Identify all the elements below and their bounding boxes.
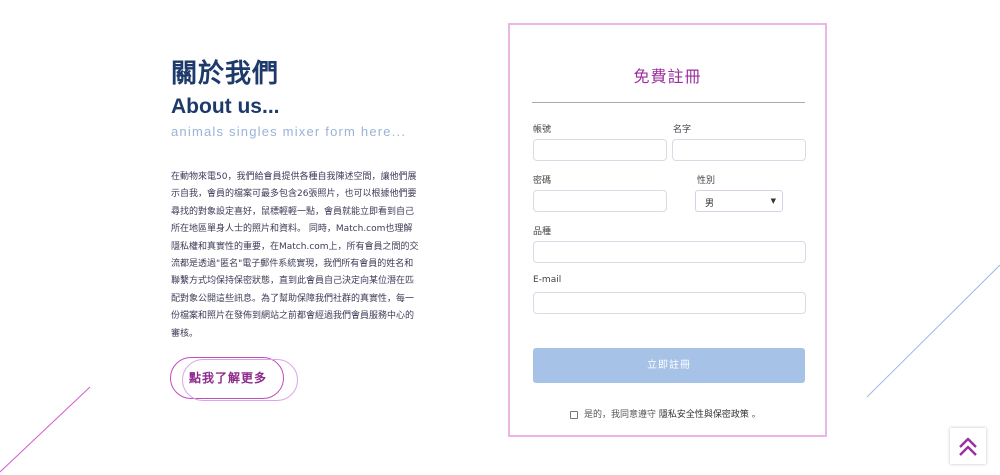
email-label: E-mail	[533, 275, 562, 285]
about-title-zh: 關於我們	[171, 59, 280, 89]
about-subtitle: animals singles mixer form here...	[171, 124, 407, 139]
account-label: 帳號	[533, 125, 552, 135]
back-to-top-button[interactable]	[950, 428, 986, 464]
gender-select-value: 男	[705, 199, 715, 209]
learn-more-label[interactable]: 點我了解更多	[170, 357, 286, 399]
password-input[interactable]	[533, 190, 667, 212]
agree-row: 是的，我同意遵守 隱私安全性與保密政策 。	[570, 407, 761, 420]
agree-suffix: 。	[751, 410, 761, 420]
register-submit-button[interactable]: 立即註冊	[533, 348, 805, 383]
agree-checkbox[interactable]	[570, 410, 578, 419]
gender-label: 性別	[697, 176, 716, 186]
account-input[interactable]	[533, 139, 667, 161]
about-section: 關於我們 About us... animals singles mixer f…	[171, 58, 421, 343]
password-label: 密碼	[533, 176, 552, 186]
left-diagonal-line	[0, 386, 91, 473]
privacy-policy-link[interactable]: 隱私安全性與保密政策	[659, 410, 749, 420]
about-title-en: About us...	[171, 95, 280, 118]
email-input[interactable]	[533, 292, 806, 314]
register-title-divider	[532, 102, 805, 103]
decorative-lines	[0, 264, 1000, 473]
name-input[interactable]	[672, 139, 806, 161]
right-diagonal-line	[866, 264, 1000, 398]
breed-label: 品種	[533, 227, 552, 237]
agree-prefix: 是的，我同意遵守	[584, 410, 657, 420]
dropdown-arrow-icon: ▼	[770, 197, 776, 205]
about-body-text: 在動物來電50，我們給會員提供各種自我陳述空間，讓他們展示自我，會員的檔案可最多…	[171, 172, 419, 339]
name-label: 名字	[673, 125, 692, 135]
register-card: 免費註冊 帳號 名字 密碼 性別 男 ▼ 品種 E-mail 立即註冊 是的，我…	[508, 23, 827, 437]
gender-select[interactable]: 男 ▼	[695, 190, 783, 212]
learn-more-button[interactable]: 點我了解更多	[170, 357, 300, 401]
register-title: 免費註冊	[633, 67, 702, 86]
chevron-double-up-icon	[959, 437, 977, 456]
breed-input[interactable]	[533, 241, 806, 263]
